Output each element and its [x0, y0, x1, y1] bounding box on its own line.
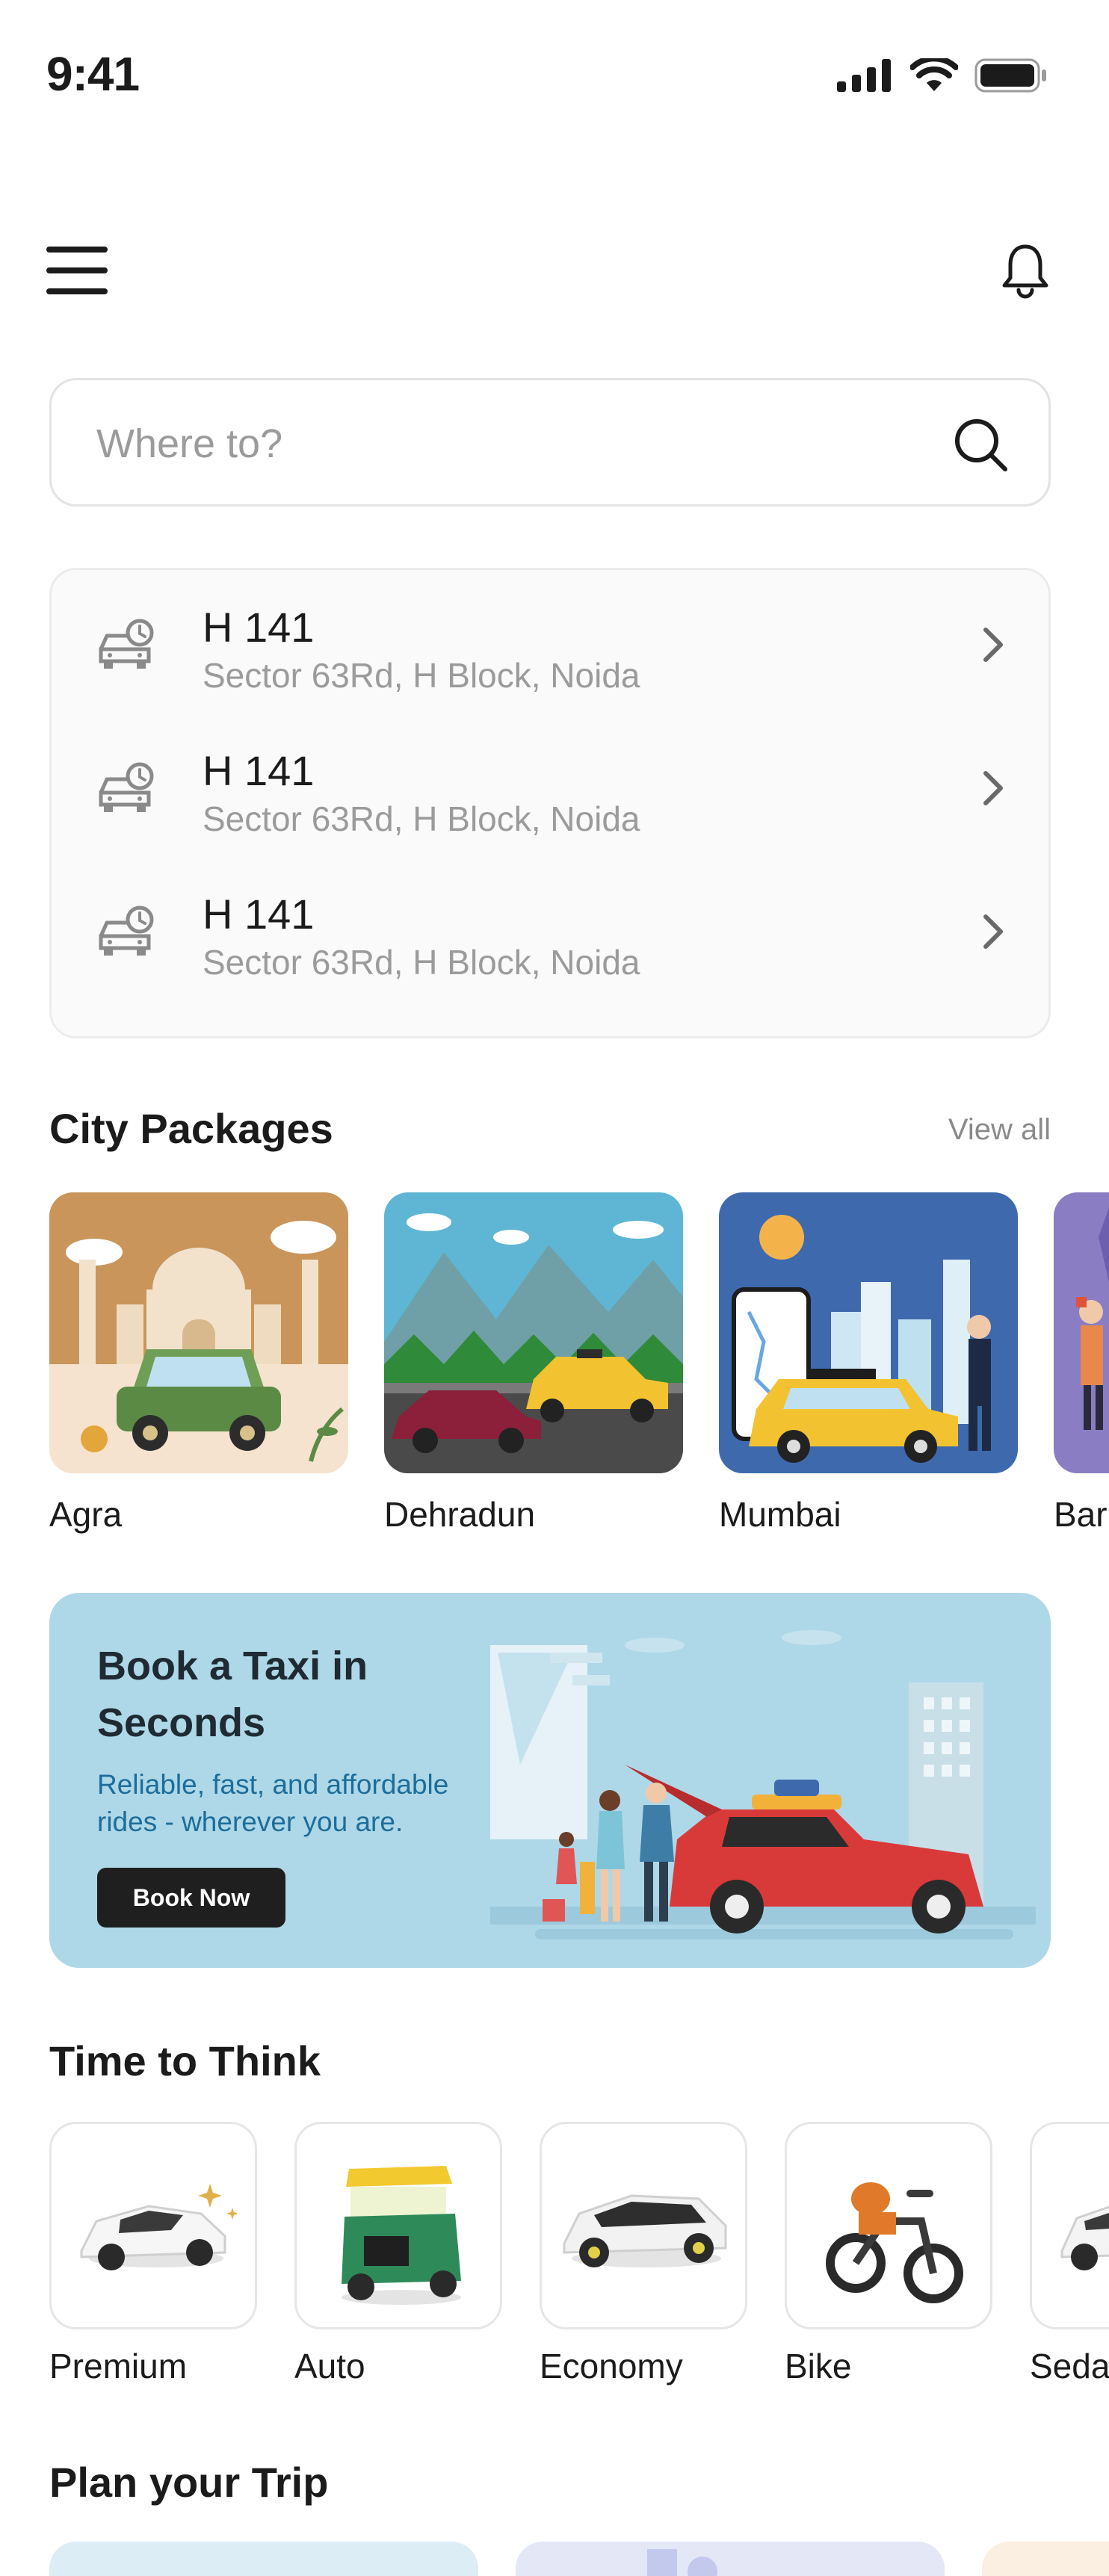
city-packages-title: City Packages [49, 1105, 333, 1152]
recent-locations-card: H 141 Sector 63Rd, H Block, Noida H 141 … [49, 568, 1051, 1038]
plan-your-trip-title: Plan your Trip [49, 2459, 329, 2506]
city-card-mumbai[interactable] [719, 1192, 1018, 1473]
recent-location-item[interactable]: H 141 Sector 63Rd, H Block, Noida [52, 857, 1048, 999]
notification-bell-icon[interactable] [995, 241, 1055, 300]
sedan-car-icon [1060, 2205, 1109, 2270]
plan-trip-card[interactable] [982, 2542, 1109, 2576]
city-card-agra[interactable] [49, 1192, 348, 1473]
city-label: Bar [1054, 1495, 1108, 1534]
car-clock-icon [99, 905, 154, 956]
time-to-think-title: Time to Think [49, 2037, 321, 2084]
dehradun-illustration [384, 1192, 683, 1473]
chevron-right-icon [983, 628, 1003, 662]
search-icon[interactable] [950, 414, 1011, 475]
plan-trip-card[interactable] [49, 2542, 478, 2576]
recent-location-item[interactable]: H 141 Sector 63Rd, H Block, Noida [52, 570, 1048, 712]
banner-title: Book a Taxi in Seconds [97, 1644, 368, 1745]
car-clock-icon [99, 619, 154, 669]
ride-type-label: Seda [1030, 2347, 1109, 2385]
ride-type-sedan[interactable] [1030, 2122, 1109, 2329]
ride-type-label: Economy [540, 2347, 683, 2385]
ride-type-premium[interactable] [49, 2122, 257, 2329]
ride-type-auto[interactable] [294, 2122, 502, 2329]
status-time: 9:41 [46, 47, 140, 101]
city-card-dehradun[interactable] [384, 1192, 683, 1473]
premium-car-icon [80, 2184, 238, 2270]
chevron-right-icon [983, 771, 1003, 805]
top-bar [0, 224, 1109, 321]
banner-subtitle: Reliable, fast, and affordable rides - w… [97, 1769, 449, 1837]
city-label: Mumbai [719, 1495, 841, 1534]
plan-trip-illustration [647, 2549, 717, 2576]
city-label: Agra [49, 1495, 123, 1534]
agra-illustration [49, 1192, 348, 1473]
chevron-right-icon [983, 914, 1003, 949]
view-all-link[interactable]: View all [948, 1113, 1051, 1147]
bike-icon [826, 2182, 963, 2303]
location-address: Sector 63Rd, H Block, Noida [203, 656, 640, 695]
battery-icon [974, 58, 1046, 93]
search-input[interactable] [96, 410, 889, 477]
taxi-family-illustration [490, 1630, 1036, 1939]
car-clock-icon [99, 762, 154, 812]
economy-car-icon [563, 2194, 727, 2267]
hamburger-menu-icon[interactable] [46, 247, 108, 299]
city-illustration [1054, 1192, 1109, 1473]
book-taxi-banner: Book a Taxi in Seconds Reliable, fast, a… [49, 1593, 1051, 1968]
ride-type-bike[interactable] [785, 2122, 992, 2329]
location-address: Sector 63Rd, H Block, Noida [203, 943, 640, 982]
ride-type-label: Auto [294, 2347, 365, 2385]
mumbai-illustration [719, 1192, 1018, 1473]
city-card-partial[interactable] [1054, 1192, 1109, 1473]
location-title: H 141 [203, 891, 315, 938]
ride-type-economy[interactable] [540, 2122, 747, 2329]
search-bar [49, 378, 1051, 507]
wifi-icon [910, 58, 958, 91]
location-title: H 141 [203, 604, 315, 651]
status-icons [837, 58, 1048, 93]
ride-type-label: Premium [49, 2347, 188, 2385]
status-bar: 9:41 [0, 0, 1109, 149]
city-label: Dehradun [384, 1495, 536, 1534]
plan-trip-card[interactable] [516, 2542, 945, 2576]
ride-type-label: Bike [785, 2347, 852, 2385]
location-address: Sector 63Rd, H Block, Noida [203, 799, 640, 838]
recent-location-item[interactable]: H 141 Sector 63Rd, H Block, Noida [52, 713, 1048, 855]
cellular-signal-icon [837, 59, 891, 92]
location-title: H 141 [203, 747, 315, 794]
book-now-button[interactable]: Book Now [97, 1868, 285, 1928]
auto-rickshaw-icon [342, 2166, 461, 2305]
